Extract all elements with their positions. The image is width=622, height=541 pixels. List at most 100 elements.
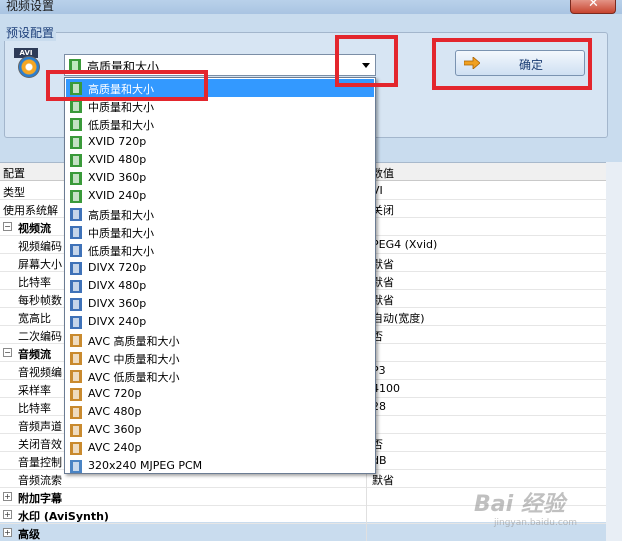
preset-dropdown-list: 高质量和大小 中质量和大小 低质量和大小 XVID 720p XVID 480p XVID… <box>64 77 376 474</box>
dropdown-item[interactable]: 低质量和大小 <box>66 115 374 133</box>
dropdown-item[interactable]: DIVX 240p <box>66 313 374 331</box>
grid-row-name: 比特率 <box>18 402 51 415</box>
dropdown-item-label: AVC 480p <box>88 405 142 418</box>
dropdown-item[interactable]: DIVX 720p <box>66 259 374 277</box>
dropdown-item-label: 高质量和大小 <box>88 209 154 222</box>
dropdown-item-label: AVC 低质量和大小 <box>88 371 180 384</box>
orange-film-icon <box>70 334 82 347</box>
dropdown-item[interactable]: DIVX 480p <box>66 277 374 295</box>
dropdown-item-label: DIVX 480p <box>88 279 147 292</box>
dropdown-item-label: XVID 480p <box>88 153 147 166</box>
dropdown-item[interactable]: AVC 480p <box>66 403 374 421</box>
avi-format-icon: AVI <box>14 48 42 78</box>
dropdown-item[interactable]: AVC 高质量和大小 <box>66 331 374 349</box>
orange-film-icon <box>70 352 82 365</box>
blue-film-icon <box>70 316 82 329</box>
grid-row-name: 音视频编 <box>18 366 62 379</box>
dropdown-item-label: AVC 240p <box>88 441 142 454</box>
window-title: 视频设置 <box>6 0 55 13</box>
dropdown-item[interactable]: 高质量和大小 <box>66 205 374 223</box>
grid-row-name: 音频声道 <box>18 420 62 433</box>
dropdown-item[interactable]: XVID 480p <box>66 151 374 169</box>
dropdown-item[interactable]: AVC 中质量和大小 <box>66 349 374 367</box>
blue-film-icon <box>70 298 82 311</box>
dropdown-item[interactable]: DIVX 360p <box>66 295 374 313</box>
grid-row-name: 类型 <box>3 186 25 199</box>
blue-film-icon <box>70 280 82 293</box>
grid-row-name: 关闭音效 <box>18 438 62 451</box>
dropdown-item[interactable]: XVID 240p <box>66 187 374 205</box>
grid-row-name: 屏幕大小 <box>18 258 62 271</box>
dropdown-item-label: 低质量和大小 <box>88 119 154 132</box>
dropdown-item[interactable]: AVC 360p <box>66 421 374 439</box>
blue-film-icon <box>70 262 82 275</box>
dropdown-item-label: XVID 720p <box>88 135 147 148</box>
orange-film-icon <box>70 388 82 401</box>
green-film-icon <box>70 100 82 113</box>
expand-icon[interactable]: + <box>3 492 12 501</box>
blue-film-icon <box>70 460 82 473</box>
close-icon: ✕ <box>588 0 599 11</box>
dropdown-item[interactable]: 低质量和大小 <box>66 241 374 259</box>
column-header-name: 配置 <box>3 167 25 180</box>
expand-icon[interactable]: + <box>3 528 12 537</box>
vertical-scrollbar[interactable] <box>606 162 622 541</box>
close-button[interactable]: ✕ <box>570 0 616 14</box>
dropdown-item[interactable]: XVID 360p <box>66 169 374 187</box>
dropdown-item-label: XVID 360p <box>88 171 147 184</box>
grid-row-name: 水印 (AviSynth) <box>18 510 109 523</box>
grid-row-name: 附加字幕 <box>18 492 62 505</box>
grid-row-name: 高级 <box>18 528 40 541</box>
dropdown-item-label: DIVX 720p <box>88 261 147 274</box>
grid-row-name: 音频流 <box>18 348 51 361</box>
grid-row-value: 4100 <box>372 382 400 395</box>
orange-film-icon <box>70 370 82 383</box>
title-bar: 视频设置 ✕ <box>0 0 622 14</box>
dropdown-item-label: DIVX 240p <box>88 315 147 328</box>
baidu-watermark: Bai 经验 jingyan.baidu.com <box>474 486 577 528</box>
dropdown-item-label: XVID 240p <box>88 189 147 202</box>
green-film-icon <box>70 154 82 167</box>
grid-row-name: 视频流 <box>18 222 51 235</box>
grid-row-name: 视频编码 <box>18 240 62 253</box>
grid-row-name: 宽高比 <box>18 312 51 325</box>
blue-film-icon <box>70 226 82 239</box>
dropdown-item-label: AVC 中质量和大小 <box>88 353 180 366</box>
green-film-icon <box>70 118 82 131</box>
dropdown-item[interactable]: 中质量和大小 <box>66 223 374 241</box>
highlight-dropdown-arrow <box>335 35 398 87</box>
dropdown-item-label: 中质量和大小 <box>88 101 154 114</box>
disc-icon <box>18 56 40 78</box>
grid-row-divider <box>366 488 367 506</box>
watermark-sub: jingyan.baidu.com <box>494 518 578 528</box>
grid-row-name: 每秒帧数 <box>18 294 62 307</box>
dropdown-item-label: AVC 360p <box>88 423 142 436</box>
watermark-text: Bai 经验 <box>474 492 565 517</box>
grid-row-value: 默省 <box>372 474 394 487</box>
grid-row-name: 音频流索 <box>18 474 62 487</box>
grid-row-value: PEG4 (Xvid) <box>372 238 438 251</box>
grid-row-name: 音量控制 <box>18 456 62 469</box>
dropdown-item[interactable]: AVC 720p <box>66 385 374 403</box>
highlight-selected-item <box>46 70 208 101</box>
blue-film-icon <box>70 244 82 257</box>
dropdown-item-label: AVC 高质量和大小 <box>88 335 180 348</box>
dropdown-item-label: 低质量和大小 <box>88 245 154 258</box>
dropdown-item-label: AVC 720p <box>88 387 142 400</box>
collapse-icon[interactable]: − <box>3 222 12 231</box>
dropdown-item[interactable]: XVID 720p <box>66 133 374 151</box>
dropdown-item-label: DIVX 360p <box>88 297 147 310</box>
collapse-icon[interactable]: − <box>3 348 12 357</box>
grid-row-name: 二次编码 <box>18 330 62 343</box>
grid-row-name: 使用系统解 <box>3 204 58 217</box>
orange-film-icon <box>70 442 82 455</box>
grid-row-divider <box>366 506 367 524</box>
grid-row-name: 比特率 <box>18 276 51 289</box>
dropdown-item[interactable]: AVC 低质量和大小 <box>66 367 374 385</box>
dropdown-item[interactable]: 320x240 MJPEG PCM <box>66 457 374 475</box>
preset-group-label: 预设配置 <box>4 24 57 41</box>
dropdown-item[interactable]: AVC 240p <box>66 439 374 457</box>
blue-film-icon <box>70 208 82 221</box>
grid-row-name: 采样率 <box>18 384 51 397</box>
expand-icon[interactable]: + <box>3 510 12 519</box>
